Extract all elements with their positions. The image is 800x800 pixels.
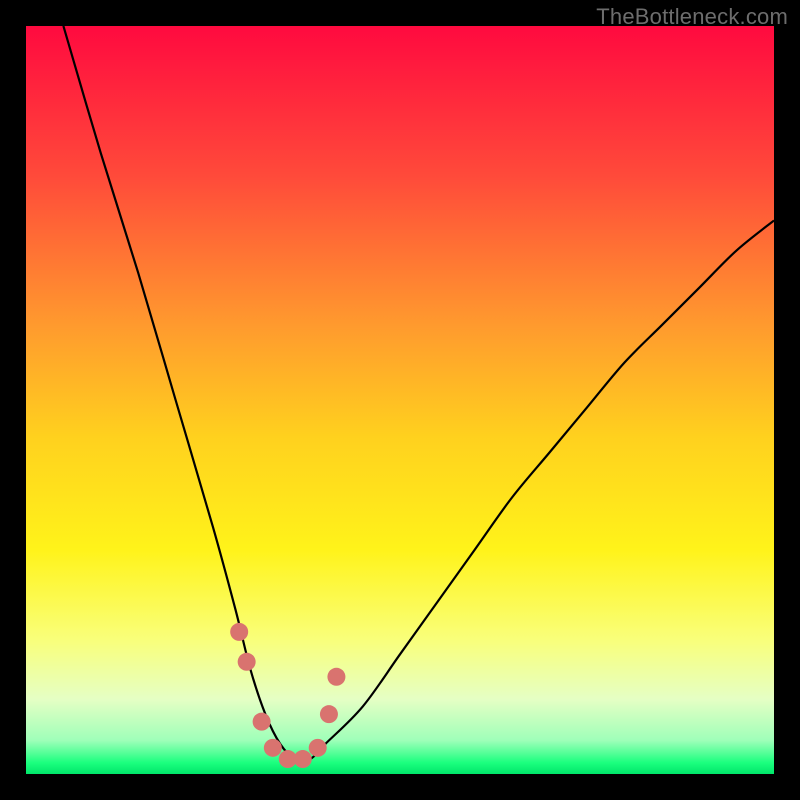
marker-dot	[320, 705, 338, 723]
marker-dot	[230, 623, 248, 641]
marker-dot	[253, 713, 271, 731]
watermark-text: TheBottleneck.com	[596, 4, 788, 30]
marker-dot	[264, 739, 282, 757]
marker-dot	[294, 750, 312, 768]
chart-frame: TheBottleneck.com	[0, 0, 800, 800]
plot-area	[26, 26, 774, 774]
gradient-background	[26, 26, 774, 774]
marker-dot	[309, 739, 327, 757]
chart-svg	[26, 26, 774, 774]
marker-dot	[238, 653, 256, 671]
marker-dot	[327, 668, 345, 686]
